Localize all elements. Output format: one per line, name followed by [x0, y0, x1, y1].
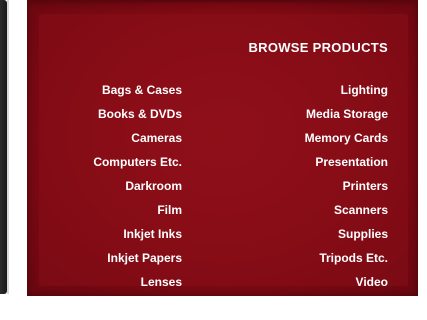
category-link-bags-cases[interactable]: Bags & Cases: [102, 83, 182, 97]
category-link-supplies[interactable]: Supplies: [338, 227, 388, 241]
category-link-lenses[interactable]: Lenses: [141, 275, 182, 289]
category-link-video[interactable]: Video: [356, 275, 388, 289]
category-list-left: Bags & Cases Books & DVDs Cameras Comput…: [93, 82, 182, 296]
category-link-inkjet-papers[interactable]: Inkjet Papers: [107, 251, 182, 265]
category-link-computers[interactable]: Computers Etc.: [93, 155, 182, 169]
category-link-scanners[interactable]: Scanners: [334, 203, 388, 217]
category-link-cameras[interactable]: Cameras: [131, 131, 182, 145]
category-item: Memory Cards: [305, 130, 388, 154]
category-item: Printers: [305, 178, 388, 202]
category-link-media-storage[interactable]: Media Storage: [306, 107, 388, 121]
category-item: Video: [305, 274, 388, 296]
category-list-right: Lighting Media Storage Memory Cards Pres…: [305, 82, 388, 296]
category-item: Books & DVDs: [93, 106, 182, 130]
category-item: Computers Etc.: [93, 154, 182, 178]
browse-products-panel: BROWSE PRODUCTS Bags & Cases Books & DVD…: [27, 0, 418, 296]
category-item: Tripods Etc.: [305, 250, 388, 274]
category-item: Lenses: [93, 274, 182, 296]
category-link-lighting[interactable]: Lighting: [341, 83, 388, 97]
category-link-presentation[interactable]: Presentation: [315, 155, 388, 169]
browse-products-title: BROWSE PRODUCTS: [248, 40, 388, 55]
category-item: Scanners: [305, 202, 388, 226]
category-item: Supplies: [305, 226, 388, 250]
category-link-printers[interactable]: Printers: [343, 179, 388, 193]
category-item: Inkjet Papers: [93, 250, 182, 274]
category-item: Lighting: [305, 82, 388, 106]
category-link-inkjet-inks[interactable]: Inkjet Inks: [123, 227, 182, 241]
category-item: Cameras: [93, 130, 182, 154]
category-link-film[interactable]: Film: [157, 203, 182, 217]
category-item: Film: [93, 202, 182, 226]
category-item: Bags & Cases: [93, 82, 182, 106]
left-frame-divider: [7, 0, 9, 294]
category-item: Media Storage: [305, 106, 388, 130]
category-item: Inkjet Inks: [93, 226, 182, 250]
category-link-books-dvds[interactable]: Books & DVDs: [98, 107, 182, 121]
category-item: Presentation: [305, 154, 388, 178]
category-link-memory-cards[interactable]: Memory Cards: [305, 131, 388, 145]
category-link-tripods[interactable]: Tripods Etc.: [319, 251, 388, 265]
category-item: Darkroom: [93, 178, 182, 202]
category-link-darkroom[interactable]: Darkroom: [125, 179, 182, 193]
left-frame-edge: [0, 0, 7, 294]
page: BROWSE PRODUCTS Bags & Cases Books & DVD…: [0, 0, 427, 320]
